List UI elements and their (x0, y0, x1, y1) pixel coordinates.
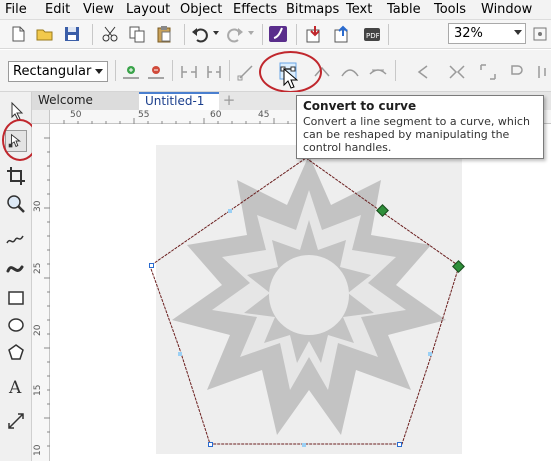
zoom-tool-icon[interactable] (5, 193, 27, 215)
align-nodes-icon[interactable] (535, 62, 551, 82)
chevron-down-icon (514, 30, 522, 35)
mouse-cursor-icon (283, 67, 298, 89)
tooltip-title: Convert to curve (303, 99, 417, 113)
add-node-icon[interactable] (121, 62, 141, 82)
redo-icon[interactable] (225, 24, 245, 44)
launcher-icon[interactable] (268, 24, 288, 44)
menu-bitmaps[interactable]: Bitmaps (286, 2, 339, 18)
rectangle-tool-icon[interactable] (5, 287, 27, 309)
join-nodes-icon[interactable] (179, 62, 199, 82)
symmetrical-node-icon[interactable] (368, 62, 388, 82)
export-icon[interactable] (333, 24, 353, 44)
open-icon[interactable] (35, 24, 55, 44)
elastic-mode-icon[interactable] (507, 62, 527, 82)
copy-icon[interactable] (127, 24, 147, 44)
delete-node-icon[interactable] (146, 62, 166, 82)
dimension-tool-icon[interactable] (5, 410, 27, 432)
curve-node[interactable] (228, 209, 232, 213)
zoom-level-value: 32% (454, 26, 483, 41)
menu-view[interactable]: View (83, 2, 114, 18)
ellipse-tool-icon[interactable] (5, 314, 27, 336)
ruler-label: 10 (33, 444, 43, 456)
curve-node[interactable] (302, 443, 306, 447)
polygon-tool-icon[interactable] (5, 342, 27, 364)
curve-node[interactable] (178, 352, 182, 356)
menu-layout[interactable]: Layout (126, 2, 170, 18)
new-icon[interactable] (8, 24, 28, 44)
reverse-direction-icon[interactable] (413, 62, 433, 82)
artistic-media-icon[interactable] (5, 257, 27, 279)
standard-toolbar: PDF 32% (0, 20, 551, 49)
svg-text:A: A (8, 378, 22, 397)
ruler-label: 50 (70, 110, 82, 120)
pentagon-curve-outline[interactable] (140, 150, 470, 455)
extend-curve-icon[interactable] (447, 62, 467, 82)
menu-effects[interactable]: Effects (233, 2, 277, 18)
add-tab-icon[interactable]: + (222, 93, 236, 108)
cut-icon[interactable] (100, 24, 120, 44)
snap-to-icon[interactable] (530, 24, 550, 44)
tab-welcome-screen[interactable]: Welcome Screen (32, 92, 139, 124)
svg-text:PDF: PDF (366, 32, 380, 40)
selection-mode-value: Rectangular (13, 64, 92, 79)
redo-dropdown-icon[interactable] (248, 31, 254, 35)
undo-dropdown-icon[interactable] (213, 31, 219, 35)
import-icon[interactable] (305, 24, 325, 44)
ruler-label: 55 (138, 110, 150, 120)
menu-window[interactable]: Window (481, 2, 532, 18)
ruler-label: 15 (33, 384, 43, 396)
tab-untitled-1[interactable]: Untitled-1 (139, 92, 219, 110)
menu-tools[interactable]: Tools (434, 2, 466, 18)
zoom-level-select[interactable]: 32% (448, 23, 526, 44)
menu-text[interactable]: Text (346, 2, 372, 18)
break-curve-icon[interactable] (204, 62, 224, 82)
ruler-label: 25 (33, 262, 43, 274)
save-icon[interactable] (62, 24, 82, 44)
paste-icon[interactable] (154, 24, 174, 44)
ruler-ticks (44, 137, 50, 447)
ruler-label: 60 (210, 110, 222, 120)
curve-node[interactable] (208, 442, 213, 447)
undo-icon[interactable] (190, 24, 210, 44)
smooth-node-icon[interactable] (340, 62, 360, 82)
extract-subpath-icon[interactable] (478, 62, 498, 82)
curve-node[interactable] (397, 442, 402, 447)
vertical-ruler[interactable]: 30 25 20 15 10 (32, 124, 50, 461)
menu-edit[interactable]: Edit (45, 2, 70, 18)
crop-tool-icon[interactable] (5, 165, 27, 187)
convert-to-line-icon[interactable] (236, 62, 256, 82)
tooltip-body: Convert a line segment to a curve, which… (303, 115, 530, 154)
ruler-label: 45 (258, 110, 270, 120)
text-tool-icon[interactable]: A (5, 375, 27, 397)
menu-file[interactable]: File (5, 2, 27, 18)
ruler-origin[interactable] (32, 110, 50, 124)
menu-object[interactable]: Object (180, 2, 222, 18)
chevron-down-icon (95, 69, 103, 74)
menu-table[interactable]: Table (387, 2, 421, 18)
curve-node[interactable] (149, 263, 154, 268)
curve-node[interactable] (428, 352, 432, 356)
ruler-label: 20 (33, 324, 43, 336)
freehand-tool-icon[interactable] (5, 229, 27, 251)
tooltip-convert-to-curve: Convert to curve Convert a line segment … (296, 95, 544, 159)
selection-mode-select[interactable]: Rectangular (8, 61, 108, 82)
publish-pdf-icon[interactable]: PDF (362, 24, 382, 44)
menu-bar: File Edit View Layout Object Effects Bit… (0, 0, 551, 20)
ruler-label: 30 (33, 200, 43, 212)
